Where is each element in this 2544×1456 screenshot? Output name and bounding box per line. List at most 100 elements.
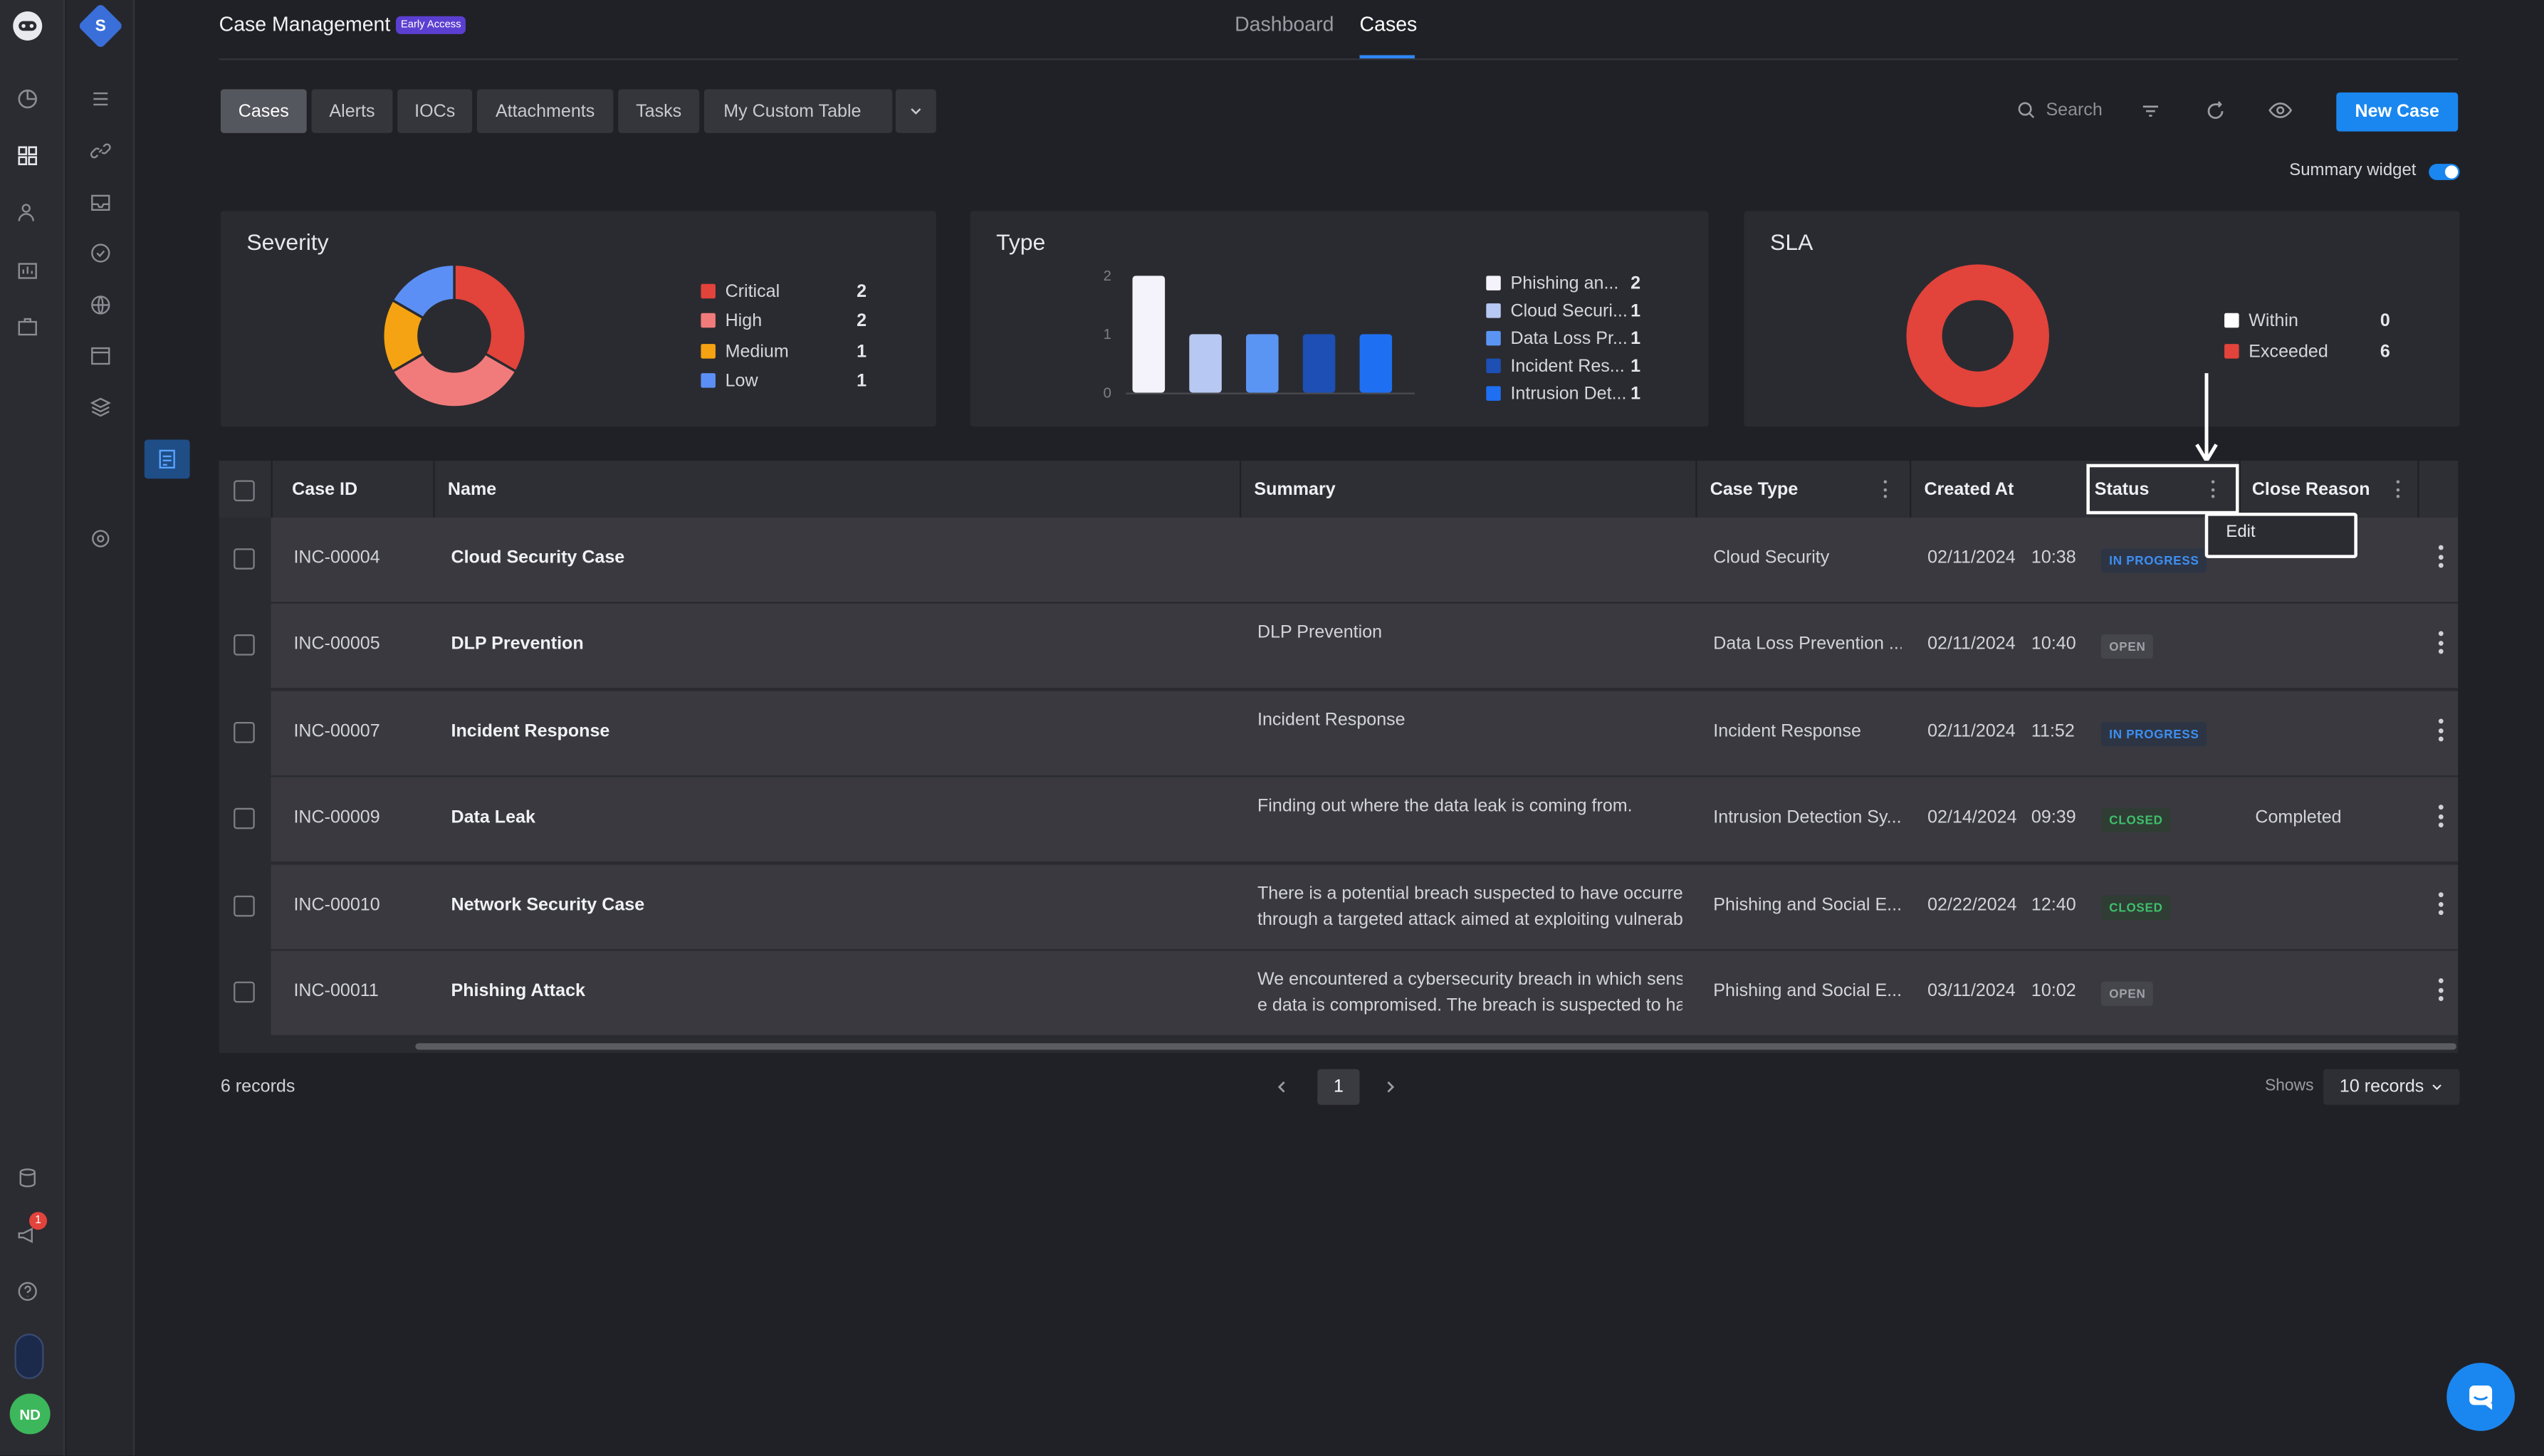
target-icon[interactable] — [83, 520, 118, 556]
column-case-id[interactable]: Case ID — [292, 461, 357, 518]
severity-card: Severity Critical 2 High 2 Medium 1 Low 1 — [220, 211, 936, 427]
legend-critical: Critical 2 — [701, 281, 867, 302]
org-avatar[interactable] — [14, 1334, 44, 1379]
table-horizontal-scrollbar[interactable] — [415, 1043, 2456, 1050]
row-checkbox[interactable] — [234, 548, 255, 570]
type-bar-3[interactable] — [1302, 334, 1336, 393]
chat-icon — [2469, 1386, 2493, 1410]
refresh-button[interactable] — [2205, 100, 2226, 122]
view-toggle-button[interactable] — [2268, 100, 2293, 120]
type-bar-4[interactable] — [1359, 334, 1393, 393]
row-actions-icon[interactable] — [2437, 545, 2444, 568]
type-bar-0[interactable] — [1132, 276, 1166, 393]
shield-check-icon[interactable] — [83, 235, 118, 271]
row-checkbox[interactable] — [234, 895, 255, 917]
status-badge: OPEN — [2100, 981, 2154, 1006]
user-avatar[interactable]: ND — [9, 1393, 51, 1435]
case-id-cell: INC-00010 — [293, 895, 380, 916]
case-id-cell: INC-00009 — [293, 807, 380, 828]
select-all-checkbox[interactable] — [234, 480, 255, 502]
segment-tasks[interactable]: Tasks — [618, 89, 700, 133]
records-per-page-select[interactable]: 10 records — [2323, 1069, 2460, 1105]
column-name[interactable]: Name — [448, 461, 496, 518]
column-status[interactable]: Status — [2095, 461, 2150, 518]
eye-icon — [2268, 103, 2293, 118]
case-name-link[interactable]: Incident Response — [451, 722, 609, 741]
case-id-cell: INC-00005 — [293, 634, 380, 654]
cases-table: Case ID Name Summary Case Type Created A… — [219, 461, 2459, 1053]
type-bar-1[interactable] — [1189, 334, 1222, 393]
segment-iocs[interactable]: IOCs — [397, 89, 473, 133]
close-reason-column-menu-icon[interactable] — [2394, 480, 2401, 498]
case-name-link[interactable]: Phishing Attack — [451, 982, 585, 1001]
cases-icon[interactable] — [150, 441, 185, 477]
summary-widget-toggle[interactable] — [2429, 164, 2460, 180]
tab-dashboard[interactable]: Dashboard — [1235, 13, 1334, 36]
reports-icon[interactable] — [10, 253, 46, 288]
search-button[interactable]: Search — [2016, 100, 2103, 120]
type-y-tick-label: 2 — [1104, 268, 1111, 284]
case-type-cell: Cloud Security — [1713, 548, 1830, 568]
row-actions-icon[interactable] — [2437, 805, 2444, 828]
column-close-reason[interactable]: Close Reason — [2252, 461, 2370, 518]
row-actions-icon[interactable] — [2437, 892, 2444, 916]
column-created-at[interactable]: Created At — [1925, 461, 2014, 518]
status-menu-edit[interactable]: Edit — [2226, 523, 2255, 542]
page-title: Case Management — [219, 13, 391, 36]
summary-cell-line1: We encountered a cybersecurity breach in… — [1257, 970, 1683, 990]
app-rail: 1 ND — [0, 0, 66, 1455]
column-case-type[interactable]: Case Type — [1710, 461, 1799, 518]
sla-slice-exceeded[interactable] — [1906, 264, 2049, 407]
row-checkbox[interactable] — [234, 981, 255, 1003]
row-actions-icon[interactable] — [2437, 718, 2444, 742]
calendar-icon[interactable] — [83, 337, 118, 373]
app-logo-icon[interactable] — [10, 8, 46, 43]
globe-icon[interactable] — [83, 287, 118, 323]
sla-title: SLA — [1770, 229, 1813, 255]
link-icon[interactable] — [83, 133, 118, 169]
severity-donut-chart — [382, 263, 527, 409]
dashboard-grid-icon[interactable] — [10, 138, 46, 174]
next-page-icon[interactable] — [1382, 1079, 1398, 1095]
prev-page-icon[interactable] — [1274, 1079, 1290, 1095]
case-name-link[interactable]: Network Security Case — [451, 896, 644, 915]
help-icon[interactable] — [10, 1274, 46, 1309]
case-id-cell: INC-00004 — [293, 548, 380, 568]
status-column-menu-icon[interactable] — [2210, 480, 2216, 498]
case-id-cell: INC-00011 — [293, 981, 379, 1001]
tab-cases[interactable]: Cases — [1360, 13, 1418, 36]
pie-chart-icon[interactable] — [10, 81, 46, 117]
legend-data-loss: Data Loss Pr... 1 — [1486, 328, 1640, 349]
row-actions-icon[interactable] — [2437, 631, 2444, 654]
column-summary[interactable]: Summary — [1254, 461, 1335, 518]
chat-launcher-button[interactable] — [2446, 1363, 2515, 1431]
early-access-badge: Early Access — [396, 16, 466, 34]
row-checkbox[interactable] — [234, 634, 255, 656]
filter-button[interactable] — [2140, 100, 2162, 122]
segment-attachments[interactable]: Attachments — [476, 89, 614, 133]
layers-icon[interactable] — [83, 389, 118, 425]
case-type-column-menu-icon[interactable] — [1882, 480, 1888, 498]
list-icon[interactable] — [83, 81, 118, 117]
segments-more-dropdown[interactable] — [895, 89, 936, 133]
case-type-cell: Phishing and Social E... — [1713, 981, 1902, 1001]
briefcase-icon[interactable] — [10, 308, 46, 344]
case-name-link[interactable]: Cloud Security Case — [451, 548, 624, 567]
row-checkbox[interactable] — [234, 807, 255, 829]
page-number-button[interactable]: 1 — [1317, 1069, 1360, 1105]
case-name-link[interactable]: Data Leak — [451, 808, 535, 827]
segment-my-custom-table[interactable]: My Custom Table — [703, 89, 893, 133]
users-icon[interactable] — [10, 194, 46, 230]
row-checkbox[interactable] — [234, 722, 255, 743]
case-name-link[interactable]: DLP Prevention — [451, 634, 583, 654]
database-icon[interactable] — [10, 1160, 46, 1195]
row-actions-icon[interactable] — [2437, 978, 2444, 1001]
inbox-icon[interactable] — [83, 185, 118, 221]
segment-alerts[interactable]: Alerts — [311, 89, 393, 133]
severity-title: Severity — [246, 229, 329, 255]
segment-cases[interactable]: Cases — [220, 89, 307, 133]
legend-incident-response: Incident Res... 1 — [1486, 355, 1640, 377]
type-bar-2[interactable] — [1246, 334, 1279, 393]
new-case-button[interactable]: New Case — [2336, 92, 2459, 132]
legend-intrusion-detection: Intrusion Det... 1 — [1486, 383, 1640, 404]
